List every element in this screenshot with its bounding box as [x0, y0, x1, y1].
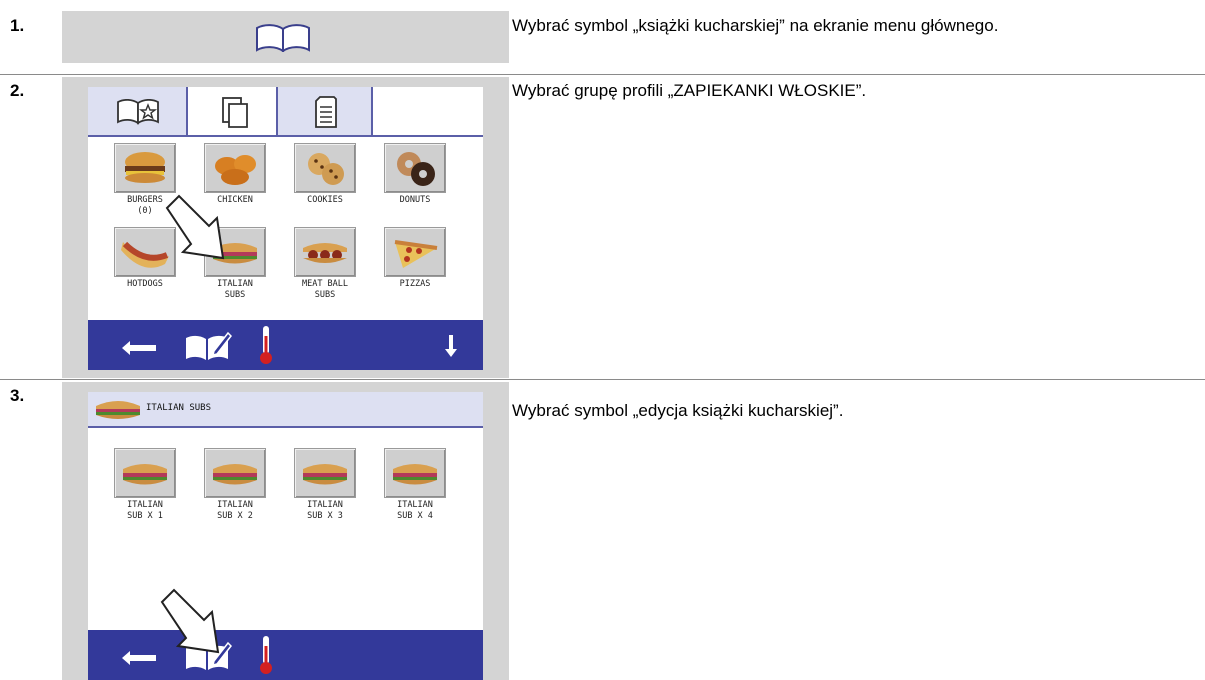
step-description: Wybrać symbol „książki kucharskiej” na e… [512, 16, 999, 35]
sub-sandwich-icon [294, 448, 356, 498]
chicken-icon [204, 143, 266, 193]
bottom-toolbar [88, 320, 483, 370]
sub-sandwich-icon [204, 227, 266, 277]
tile-label: CHICKEN [217, 195, 253, 205]
scroll-down-arrow-icon[interactable] [444, 333, 458, 359]
tile-label: ITALIAN SUB X 3 [307, 500, 343, 521]
step-number: 1. [10, 16, 25, 35]
cookbook-screen: BURGERS (0) CHICKEN COOKIES DONUTS HOTDO… [88, 87, 483, 370]
tile-label: ITALIAN SUB X 1 [127, 500, 163, 521]
thermometer-icon[interactable] [258, 634, 274, 676]
tab-favorites[interactable] [88, 87, 188, 135]
sub-sandwich-icon [114, 448, 176, 498]
meatball-sub-icon [294, 227, 356, 277]
tab-bar [88, 87, 483, 137]
bottom-toolbar [88, 630, 483, 680]
tile-label: HOTDOGS [127, 279, 163, 289]
group-header: ITALIAN SUBS [88, 392, 483, 428]
cookbook-edit-icon[interactable] [184, 639, 232, 673]
sub-sandwich-icon [96, 401, 140, 419]
divider [0, 74, 1205, 75]
step-number: 3. [10, 386, 25, 405]
step-description: Wybrać grupę profili „ZAPIEKANKI WŁOSKIE… [512, 81, 867, 100]
donuts-icon [384, 143, 446, 193]
tile-label: ITALIAN SUB X 4 [397, 500, 433, 521]
documents-icon [222, 97, 248, 128]
book-star-icon [117, 99, 159, 125]
back-arrow-icon[interactable] [120, 646, 160, 666]
tile-label: ITALIAN SUBS [217, 279, 253, 300]
sub-sandwich-icon [384, 448, 446, 498]
group-screen: ITALIAN SUBS ITALIAN SUB X 1 ITALIAN SUB… [88, 392, 483, 680]
cookbook-icon[interactable] [254, 24, 312, 52]
step-description: Wybrać symbol „edycja książki kucharskie… [512, 401, 844, 420]
tile-label: BURGERS (0) [127, 195, 163, 216]
step-number: 2. [10, 81, 25, 100]
list-document-icon [315, 96, 337, 128]
cookbook-edit-icon[interactable] [184, 329, 232, 363]
tile-label: COOKIES [307, 195, 343, 205]
tile-label: PIZZAS [399, 279, 431, 289]
group-title: ITALIAN SUBS [146, 403, 212, 413]
tile-label: MEAT BALL SUBS [301, 279, 349, 300]
tile-label: DONUTS [399, 195, 431, 205]
tab-list[interactable] [278, 87, 373, 135]
step3-screenshot: ITALIAN SUBS ITALIAN SUB X 1 ITALIAN SUB… [62, 382, 509, 680]
hotdog-icon [114, 227, 176, 277]
sub-sandwich-icon [204, 448, 266, 498]
cookies-icon [294, 143, 356, 193]
step2-screenshot: BURGERS (0) CHICKEN COOKIES DONUTS HOTDO… [62, 77, 509, 378]
thermometer-icon[interactable] [258, 324, 274, 366]
tile-label: ITALIAN SUB X 2 [217, 500, 253, 521]
burger-icon [114, 143, 176, 193]
pizza-icon [384, 227, 446, 277]
back-arrow-icon[interactable] [120, 336, 160, 356]
tab-groups[interactable] [188, 87, 278, 135]
divider [0, 379, 1205, 380]
step1-screenshot [62, 11, 509, 63]
